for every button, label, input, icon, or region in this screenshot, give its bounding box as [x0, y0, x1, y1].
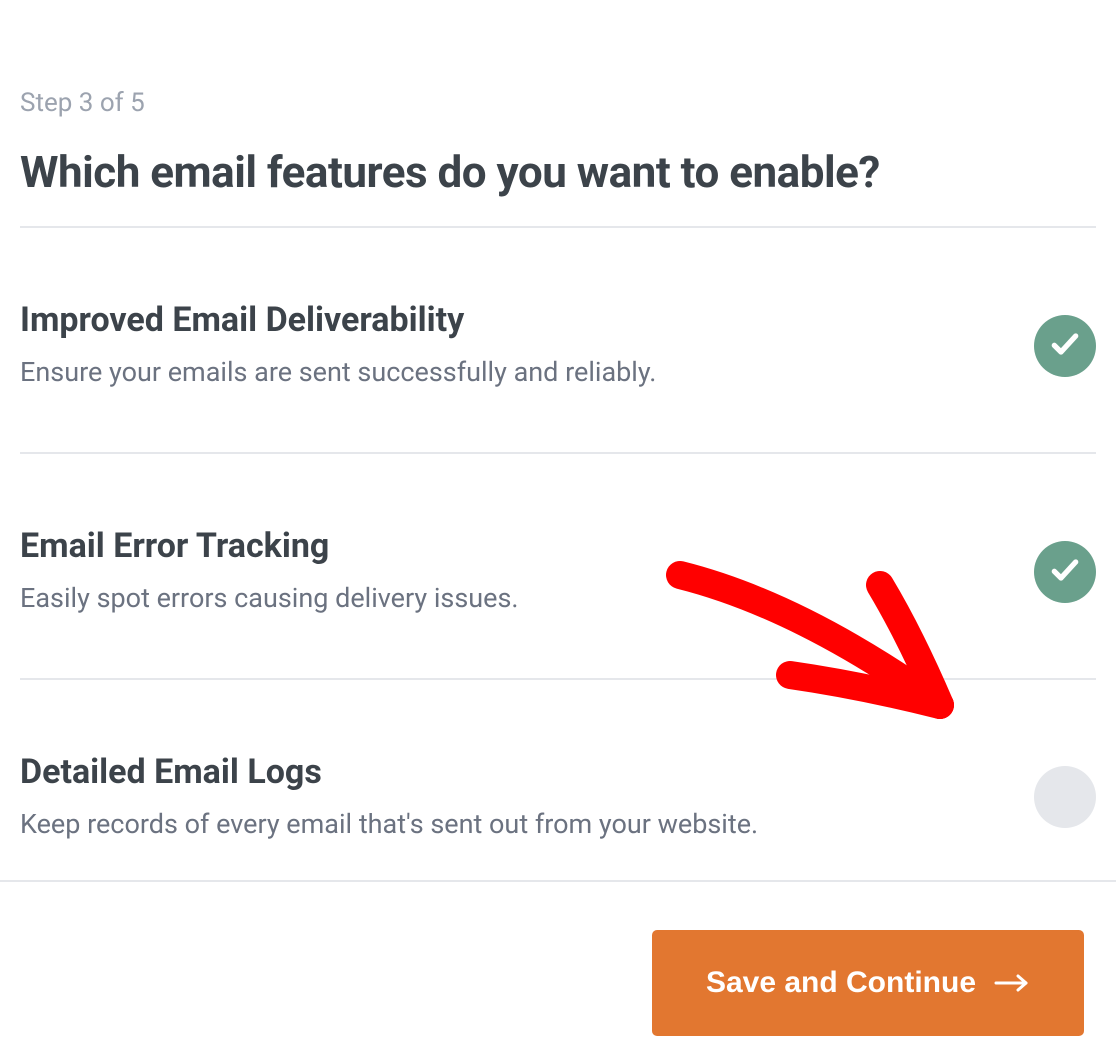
page-title: Which email features do you want to enab…	[20, 146, 1096, 198]
feature-row-deliverability: Improved Email Deliverability Ensure you…	[20, 228, 1096, 454]
feature-row-email-logs: Detailed Email Logs Keep records of ever…	[20, 680, 1096, 924]
feature-title: Email Error Tracking	[20, 526, 1014, 566]
feature-toggle-error-tracking[interactable]	[1034, 541, 1096, 603]
check-icon	[1049, 554, 1081, 590]
feature-title: Detailed Email Logs	[20, 752, 1014, 792]
footer-divider	[0, 880, 1116, 882]
save-continue-button[interactable]: Save and Continue	[652, 930, 1084, 1036]
feature-desc: Ensure your emails are sent successfully…	[20, 354, 1014, 392]
feature-title: Improved Email Deliverability	[20, 300, 1014, 340]
step-label: Step 3 of 5	[20, 88, 1096, 118]
check-icon	[1049, 328, 1081, 364]
feature-toggle-email-logs[interactable]	[1034, 766, 1096, 828]
feature-desc: Keep records of every email that's sent …	[20, 806, 1014, 844]
arrow-right-icon	[994, 973, 1030, 993]
feature-toggle-deliverability[interactable]	[1034, 315, 1096, 377]
feature-desc: Easily spot errors causing delivery issu…	[20, 580, 1014, 618]
feature-row-error-tracking: Email Error Tracking Easily spot errors …	[20, 454, 1096, 680]
save-button-label: Save and Continue	[706, 966, 976, 1000]
